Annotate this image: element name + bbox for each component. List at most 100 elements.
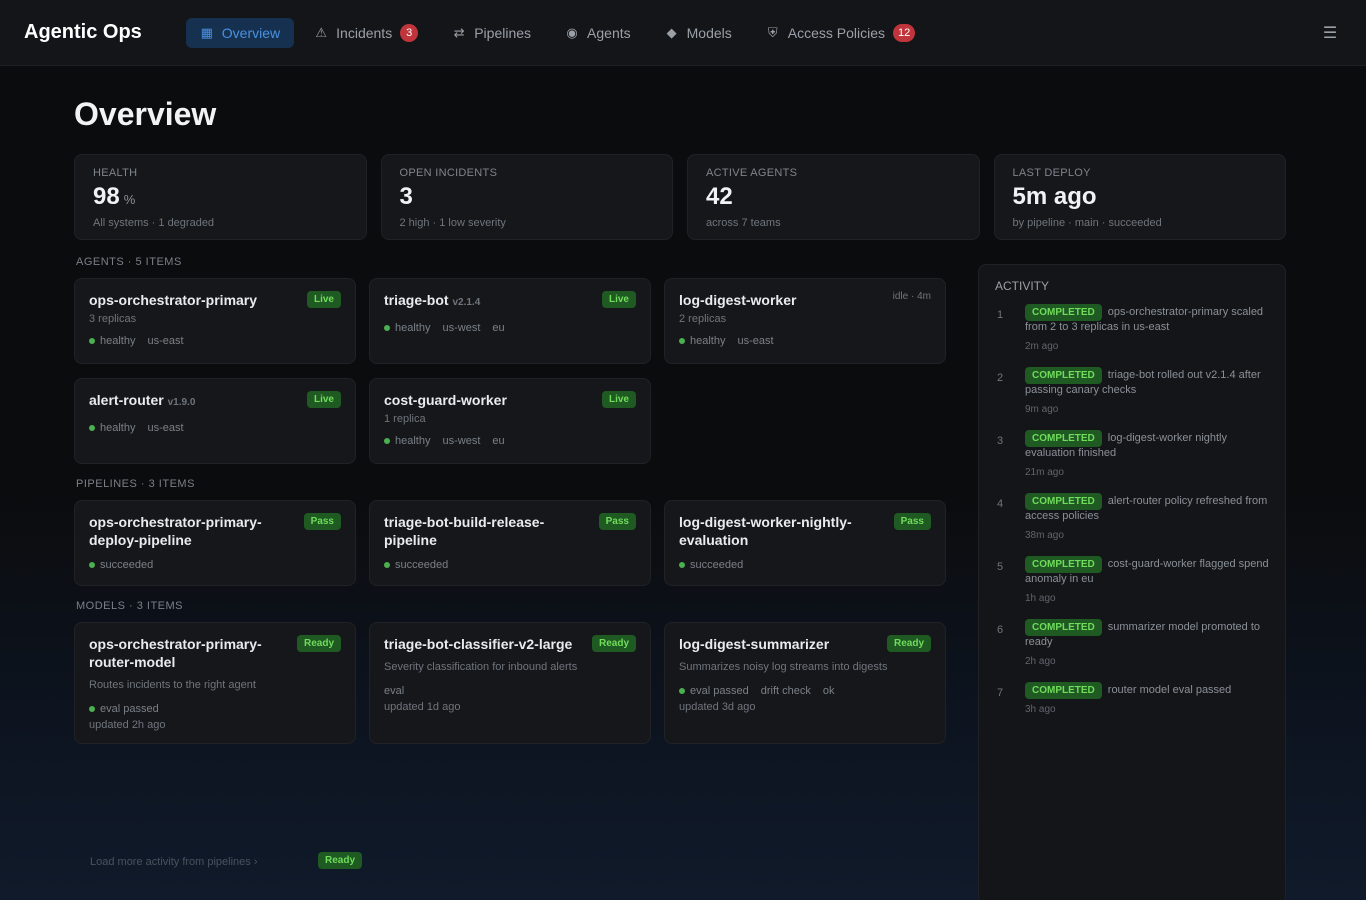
- card-title: cost-guard-worker: [384, 392, 507, 408]
- agents-grid: ops-orchestrator-primary Live 3 replicas …: [74, 278, 958, 464]
- nav-access-policies[interactable]: ⛨ Access Policies 12: [752, 17, 930, 49]
- agent-card[interactable]: ops-orchestrator-primary Live 3 replicas …: [74, 278, 356, 364]
- nav-incidents[interactable]: ⚠ Incidents 3: [300, 17, 432, 49]
- pipelines-grid: ops-orchestrator-primary-deploy-pipeline…: [74, 500, 958, 586]
- activity-item[interactable]: 1 COMPLETED ops-orchestrator-primary scale…: [989, 304, 1275, 354]
- main-nav: ▦ Overview ⚠ Incidents 3 ⇄ Pipelines ◉ A…: [185, 17, 1318, 49]
- stat-card-agents: ACTIVE AGENTS 42 across 7 teams: [687, 154, 980, 240]
- tag: healthy: [384, 435, 430, 447]
- status-badge: COMPLETED: [1025, 304, 1102, 321]
- status-badge: Ready: [296, 635, 341, 652]
- activity-item[interactable]: 3 COMPLETED log-digest-worker nightly eval…: [989, 430, 1275, 480]
- pipeline-card[interactable]: triage-bot-build-release-pipeline Pass su…: [369, 500, 651, 586]
- nav-label: Agents: [587, 24, 631, 41]
- tag: us-west: [442, 435, 481, 447]
- activity-index: 1: [996, 309, 1004, 321]
- activity-item[interactable]: 5 COMPLETED cost-guard-worker flagged spen…: [989, 556, 1275, 606]
- stat-value: 42: [706, 183, 733, 210]
- nav-models[interactable]: ◆ Models: [651, 18, 746, 48]
- nav-label: Models: [686, 24, 732, 41]
- tag: healthy: [89, 422, 135, 434]
- status-badge: Live: [306, 391, 341, 408]
- status-badge: Ready: [591, 635, 636, 652]
- status-badge: COMPLETED: [1025, 556, 1102, 573]
- stat-value: 3: [399, 183, 413, 210]
- status-text: idle · 4m: [892, 291, 931, 302]
- activity-item[interactable]: 4 COMPLETED alert-router policy refreshed …: [989, 493, 1275, 543]
- activity-index: 3: [996, 435, 1004, 447]
- activity-index: 2: [996, 372, 1004, 384]
- tag: us-east: [147, 335, 184, 347]
- activity-text: router model eval passed: [1107, 684, 1232, 696]
- tag: healthy: [384, 322, 430, 334]
- model-card[interactable]: triage-bot-classifier-v2-large Ready Seve…: [369, 622, 651, 744]
- nav-label: Access Policies: [787, 24, 886, 41]
- menu-icon[interactable]: ☰: [1318, 21, 1342, 45]
- card-title: triage-bot-classifier-v2-large: [384, 636, 573, 652]
- tag: eval: [384, 685, 405, 697]
- status-badge: Ready: [318, 852, 363, 869]
- agent-card[interactable]: alert-router v1.9.0 Live healthy us-east: [74, 378, 356, 464]
- activity-time: 21m ago: [1025, 467, 1064, 478]
- stat-sub: across 7 teams: [706, 217, 781, 229]
- shield-icon: ⛨: [767, 24, 778, 40]
- model-card[interactable]: log-digest-summarizer Ready Summarizes no…: [664, 622, 946, 744]
- activity-item[interactable]: 6 COMPLETED summarizer model promoted to r…: [989, 619, 1275, 669]
- card-meta: 2 replicas: [679, 313, 727, 325]
- page-title: Overview: [74, 96, 217, 132]
- tag: eu: [492, 322, 505, 334]
- stat-value: 5m ago: [1012, 183, 1097, 210]
- tag: healthy: [679, 335, 725, 347]
- tag: succeeded: [384, 559, 448, 571]
- agent-card[interactable]: cost-guard-worker Live 1 replica healthy u…: [369, 378, 651, 464]
- models-grid: ops-orchestrator-primary-router-model Rea…: [74, 622, 958, 744]
- nav-agents[interactable]: ◉ Agents: [551, 18, 645, 48]
- stats-row: HEALTH 98% All systems · 1 degraded OPEN…: [74, 154, 1286, 240]
- status-badge: COMPLETED: [1025, 619, 1102, 636]
- activity-item[interactable]: 2 COMPLETED triage-bot rolled out v2.1.4 a…: [989, 367, 1275, 417]
- card-title: alert-router v1.9.0: [89, 392, 196, 408]
- load-more-link[interactable]: Load more activity from pipelines ›: [90, 856, 258, 868]
- activity-index: 6: [996, 624, 1004, 636]
- activity-index: 7: [996, 687, 1004, 699]
- card-title: log-digest-worker: [679, 292, 797, 308]
- tag: succeeded: [679, 559, 743, 571]
- nav-label: Incidents: [336, 24, 393, 41]
- activity-panel: ACTIVITY 1 COMPLETED ops-orchestrator-prim…: [978, 264, 1286, 900]
- top-bar: Agentic Ops ▦ Overview ⚠ Incidents 3 ⇄ P…: [0, 0, 1366, 66]
- stat-label: OPEN INCIDENTS: [399, 167, 498, 179]
- status-badge: Pass: [598, 513, 636, 530]
- stat-card-deploy: LAST DEPLOY 5m ago by pipeline · main · …: [993, 154, 1286, 240]
- pipeline-card[interactable]: log-digest-worker-nightly-evaluation Pass…: [664, 500, 946, 586]
- cube-icon: ◆: [666, 24, 677, 40]
- card-title: log-digest-summarizer: [679, 636, 830, 652]
- stat-label: ACTIVE AGENTS: [706, 167, 798, 179]
- tag: us-east: [147, 422, 184, 434]
- status-badge: Live: [601, 391, 636, 408]
- status-badge: COMPLETED: [1025, 430, 1102, 447]
- alert-icon: ⚠: [315, 24, 327, 40]
- stat-sub: by pipeline · main · succeeded: [1012, 217, 1162, 229]
- agent-card[interactable]: triage-bot v2.1.4 Live healthy us-west eu: [369, 278, 651, 364]
- app-title: Agentic Ops: [24, 21, 142, 43]
- grid-icon: ▦: [200, 24, 213, 40]
- nav-overview[interactable]: ▦ Overview: [185, 17, 295, 48]
- stat-value: 98%: [93, 183, 136, 210]
- model-card[interactable]: ops-orchestrator-primary-router-model Rea…: [74, 622, 356, 744]
- nav-pipelines[interactable]: ⇄ Pipelines: [438, 18, 545, 48]
- card-footer: updated 3d ago: [679, 701, 756, 713]
- main-content: Overview HEALTH 98% All systems · 1 degr…: [0, 96, 1366, 900]
- stat-label: HEALTH: [93, 167, 138, 179]
- status-badge: Ready: [886, 635, 931, 652]
- stat-label: LAST DEPLOY: [1012, 167, 1091, 179]
- card-title: triage-bot v2.1.4: [384, 292, 481, 308]
- pipeline-card[interactable]: ops-orchestrator-primary-deploy-pipeline…: [74, 500, 356, 586]
- stat-card-health: HEALTH 98% All systems · 1 degraded: [74, 154, 367, 240]
- incidents-badge: 3: [400, 23, 419, 42]
- activity-index: 4: [996, 498, 1004, 510]
- agent-card[interactable]: log-digest-worker idle · 4m 2 replicas he…: [664, 278, 946, 364]
- status-badge: Live: [306, 291, 341, 308]
- nav-label: Pipelines: [474, 24, 532, 41]
- activity-item[interactable]: 7 COMPLETED router model eval passed 3h ago: [989, 682, 1275, 717]
- stat-sub: All systems · 1 degraded: [93, 217, 215, 229]
